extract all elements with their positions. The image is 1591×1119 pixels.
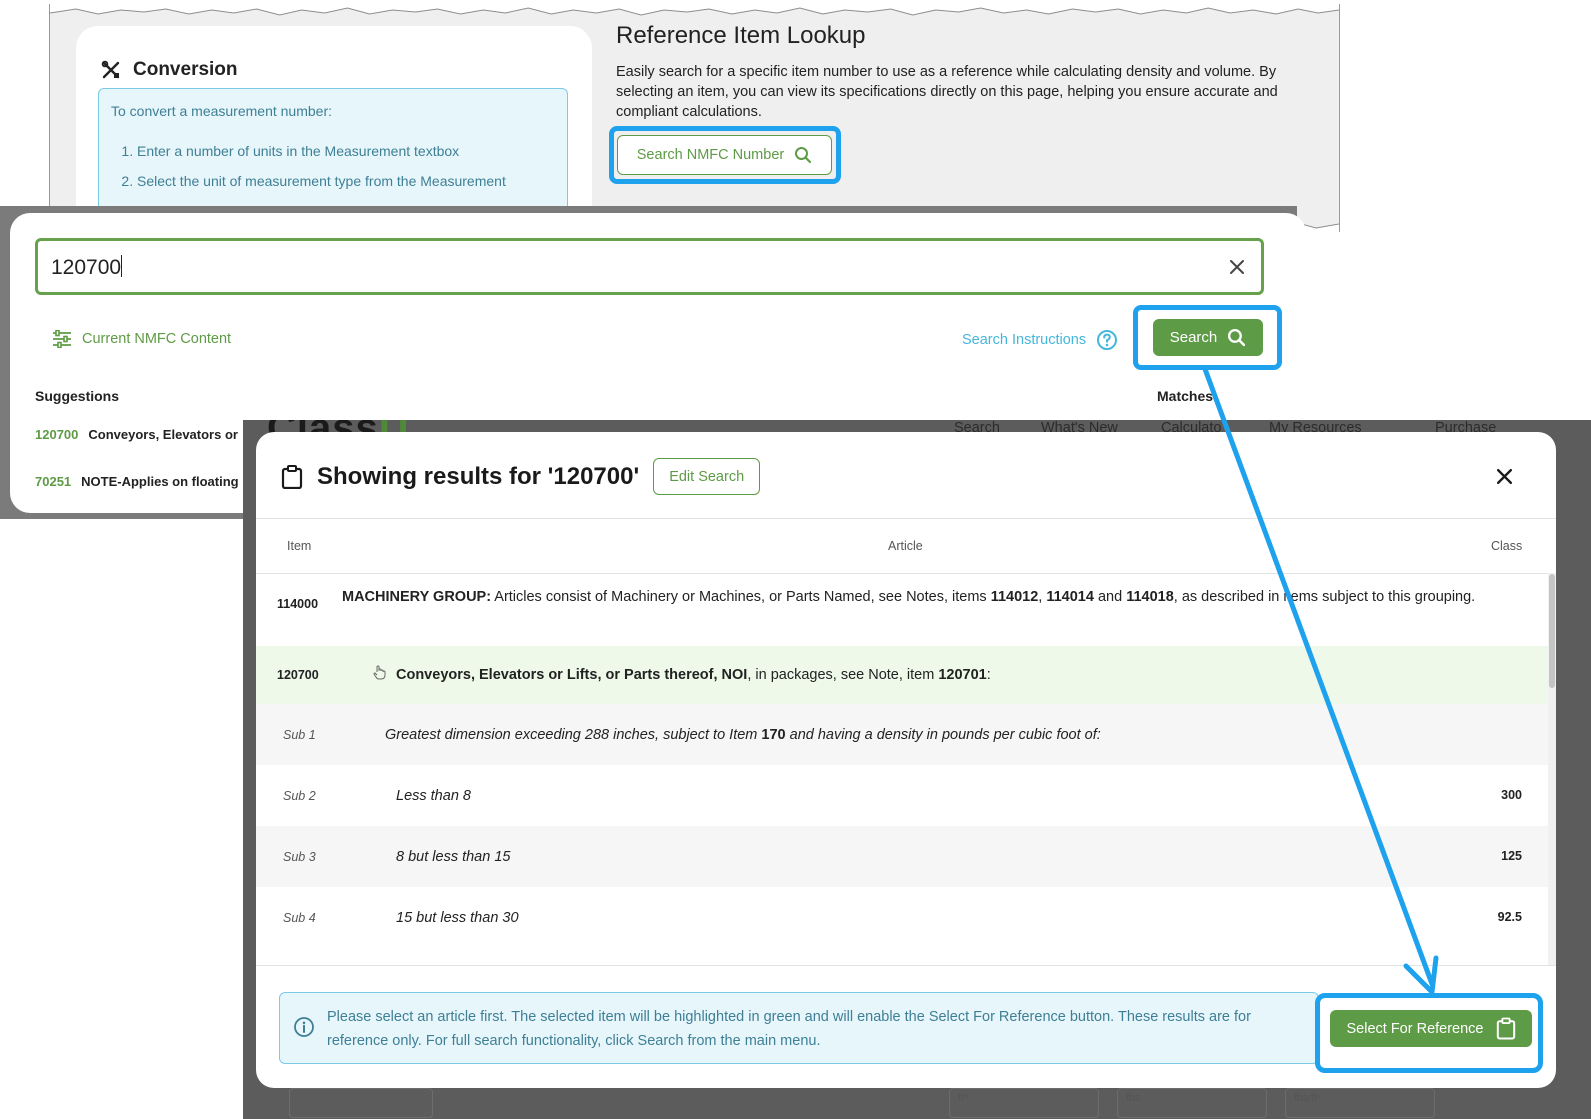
search-button[interactable]: Search — [1153, 319, 1263, 356]
conversion-steps: Enter a number of units in the Measureme… — [137, 143, 555, 189]
conversion-step: Enter a number of units in the Measureme… — [137, 143, 555, 159]
torn-edge-top — [50, 4, 1339, 16]
info-icon — [294, 1017, 314, 1037]
table-row[interactable]: Sub 2 Less than 8 300 — [256, 765, 1548, 826]
row-class: 300 — [1501, 788, 1522, 802]
edit-search-button[interactable]: Edit Search — [653, 458, 761, 495]
conversion-lead: To convert a measurement number: — [111, 103, 332, 119]
search-button-label: Search — [1169, 329, 1218, 346]
unit-field: lbs — [1117, 1088, 1267, 1118]
suggestion-text: NOTE-Applies on floating — [81, 474, 239, 489]
select-for-reference-button[interactable]: Select For Reference — [1330, 1010, 1532, 1047]
row-sub-label: Sub 3 — [283, 850, 316, 864]
row-sub-label: Sub 2 — [283, 789, 316, 803]
column-header-class: Class — [1491, 539, 1523, 553]
row-article: 8 but less than 15 — [396, 849, 511, 865]
info-alert: Please select an article first. The sele… — [279, 992, 1319, 1064]
results-dialog: Showing results for '120700' Edit Search… — [256, 432, 1556, 1088]
clear-icon[interactable] — [1223, 253, 1251, 281]
divider — [256, 518, 1556, 519]
row-article: 15 but less than 30 — [396, 910, 519, 926]
table-row-selected[interactable]: 120700 Conveyors, Elevators or Lifts, or… — [256, 646, 1548, 704]
unit-field: lbs/ft³ — [1285, 1088, 1435, 1118]
suggestion-code: 70251 — [35, 474, 72, 489]
table-row[interactable]: Sub 4 15 but less than 30 92.5 — [256, 887, 1548, 948]
search-icon — [795, 147, 812, 164]
sliders-icon — [53, 330, 71, 348]
search-input[interactable]: 120700 — [35, 238, 1264, 295]
info-text: Please select an article first. The sele… — [327, 1009, 1251, 1049]
row-item-number: 120700 — [277, 668, 319, 682]
suggestion-item[interactable]: 70251 NOTE-Applies on floating — [35, 474, 239, 489]
clipboard-icon — [1496, 1017, 1515, 1040]
row-article: Conveyors, Elevators or Lifts, or Parts … — [396, 667, 991, 683]
row-class: 125 — [1501, 849, 1522, 863]
row-sub-label: Sub 4 — [283, 911, 316, 925]
suggestions-heading: Suggestions — [35, 388, 120, 404]
results-title: Showing results for '120700' — [317, 462, 640, 490]
row-article: MACHINERY GROUP: Articles consist of Mac… — [342, 589, 1476, 605]
reference-title: Reference Item Lookup — [616, 22, 866, 49]
scrollbar-thumb[interactable] — [1549, 574, 1555, 688]
table-row[interactable]: Sub 3 8 but less than 15 125 — [256, 826, 1548, 887]
pointer-hand-icon — [373, 665, 386, 680]
matches-heading: Matches — [1157, 388, 1214, 404]
tools-icon — [101, 60, 120, 79]
column-header-item: Item — [287, 539, 312, 553]
help-icon — [1097, 330, 1118, 350]
search-nmfc-button[interactable]: Search NMFC Number — [617, 135, 832, 175]
column-header-article: Article — [888, 539, 923, 553]
conversion-step: Select the unit of measurement type from… — [137, 173, 555, 189]
reference-description: Easily search for a specific item number… — [616, 64, 1278, 120]
conversion-heading: Conversion — [101, 59, 238, 81]
reference-lookup-panel: Conversion To convert a measurement numb… — [49, 4, 1340, 232]
row-item-number: 114000 — [277, 597, 319, 611]
search-nmfc-label: Search NMFC Number — [636, 147, 785, 163]
close-icon[interactable] — [1489, 461, 1519, 491]
unit-field — [289, 1088, 433, 1118]
current-nmfc-content-link[interactable]: Current NMFC Content — [52, 330, 231, 348]
unit-field: ft³ — [949, 1088, 1099, 1118]
row-article: Less than 8 — [396, 788, 471, 804]
row-article: Greatest dimension exceeding 288 inches,… — [385, 727, 1101, 743]
suggestion-code: 120700 — [35, 427, 79, 442]
table-row[interactable]: 114000 MACHINERY GROUP: Articles consist… — [256, 574, 1548, 646]
clipboard-icon — [281, 464, 303, 489]
conversion-card: Conversion To convert a measurement numb… — [76, 26, 592, 232]
suggestion-text: Conveyors, Elevators or — [88, 427, 238, 442]
search-instructions-label: Search Instructions — [962, 332, 1087, 348]
table-row[interactable]: Sub 1 Greatest dimension exceeding 288 i… — [256, 704, 1548, 765]
suggestion-item[interactable]: 120700 Conveyors, Elevators or — [35, 427, 238, 442]
divider — [256, 965, 1556, 966]
select-for-reference-label: Select For Reference — [1346, 1020, 1484, 1037]
search-icon — [1228, 328, 1246, 347]
results-header: Showing results for '120700' Edit Search — [281, 458, 761, 495]
current-nmfc-content-label: Current NMFC Content — [82, 331, 232, 347]
row-sub-label: Sub 1 — [283, 728, 316, 742]
search-instructions-link[interactable]: Search Instructions — [962, 329, 1118, 351]
search-input-value: 120700 — [51, 255, 123, 279]
row-class: 92.5 — [1497, 910, 1522, 924]
conversion-title: Conversion — [133, 59, 238, 80]
